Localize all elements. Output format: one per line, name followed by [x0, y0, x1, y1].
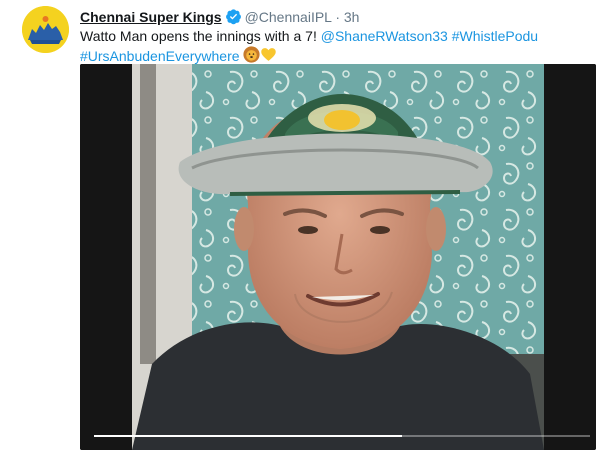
hashtag-link-whistlepodu[interactable]: #WhistlePodu [452, 28, 538, 44]
tweet-text: Watto Man opens the innings with a 7! @S… [80, 27, 590, 68]
author-handle[interactable]: @ChennaiIPL [245, 9, 332, 25]
video-frame [80, 64, 596, 450]
mention-link[interactable]: @ShaneRWatson33 [321, 28, 448, 44]
video-player[interactable] [80, 64, 596, 450]
verified-badge-icon [225, 8, 242, 29]
avatar[interactable] [22, 6, 69, 53]
video-progress-fill [94, 435, 402, 437]
tweet-timestamp[interactable]: 3h [344, 9, 360, 25]
header-separator: · [335, 9, 340, 25]
tweet-header: Chennai Super Kings @ChennaiIPL · 3h [80, 8, 359, 29]
hashtag-link-ursanbudeneverywhere[interactable]: #UrsAnbudenEverywhere [80, 48, 240, 64]
tweet[interactable]: Chennai Super Kings @ChennaiIPL · 3h Watt… [0, 0, 600, 450]
tweet-text-body: Watto Man opens the innings with a 7! [80, 28, 317, 44]
csk-logo-icon [22, 6, 69, 53]
video-progress-bar[interactable] [94, 435, 590, 437]
author-name[interactable]: Chennai Super Kings [80, 9, 222, 25]
